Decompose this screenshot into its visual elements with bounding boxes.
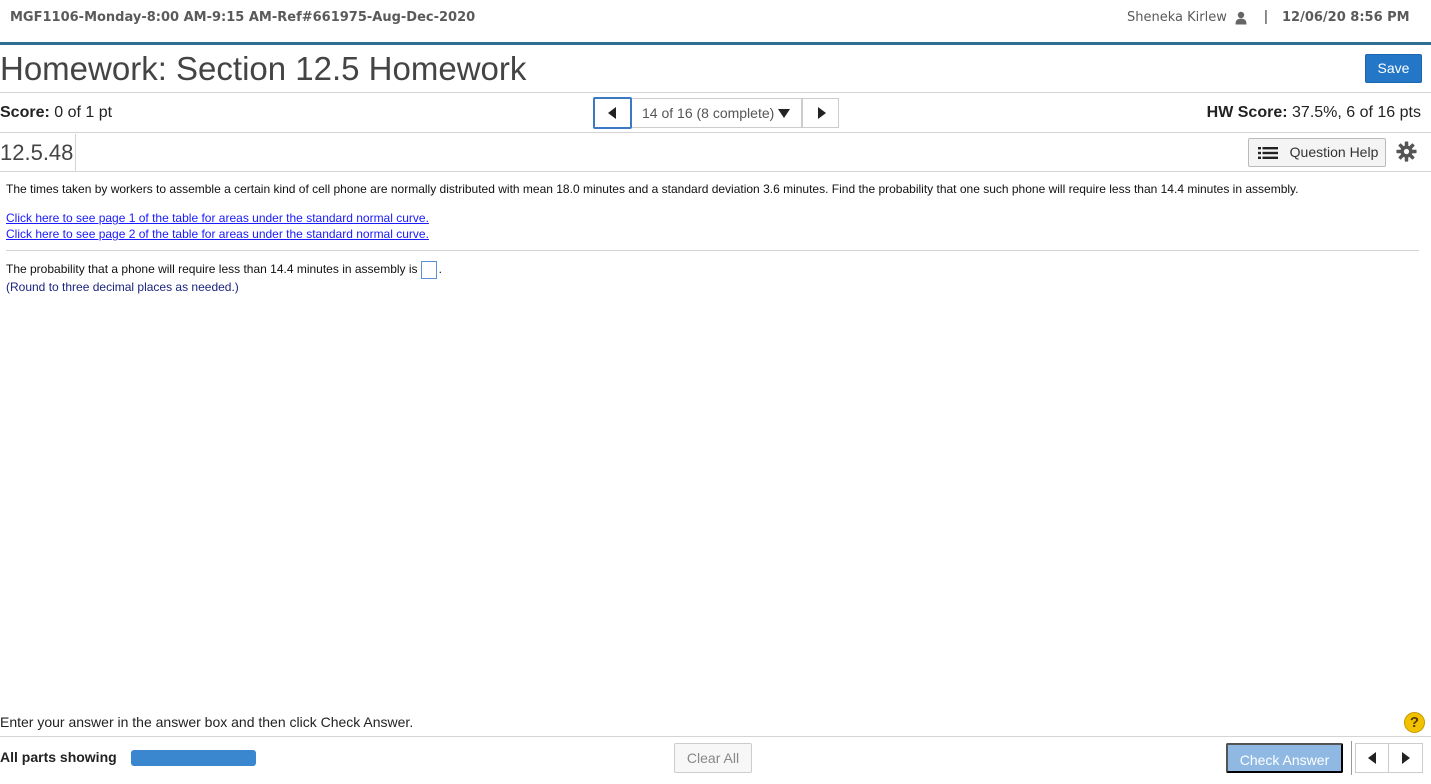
hw-score-value: 37.5%, 6 of 16 pts xyxy=(1292,104,1421,121)
page-title: Homework: Section 12.5 Homework xyxy=(0,50,527,87)
divider xyxy=(75,134,76,172)
dropdown-caret-icon xyxy=(778,109,790,118)
check-answer-button[interactable]: Check Answer xyxy=(1226,743,1343,773)
table-page-2-link[interactable]: Click here to see page 2 of the table fo… xyxy=(6,227,429,241)
question-text: The times taken by workers to assemble a… xyxy=(6,182,1299,196)
gear-icon[interactable] xyxy=(1396,141,1417,162)
footer-previous-button[interactable] xyxy=(1355,743,1389,773)
homework-score: HW Score: 37.5%, 6 of 16 pts xyxy=(1207,104,1421,122)
list-icon xyxy=(1258,147,1278,159)
parts-showing-label: All parts showing xyxy=(0,749,117,765)
divider xyxy=(0,92,1431,93)
help-icon[interactable]: ? xyxy=(1404,712,1425,733)
parts-progress-bar xyxy=(131,750,256,766)
header-datetime: 12/06/20 8:56 PM xyxy=(1282,10,1410,25)
divider xyxy=(0,171,1431,172)
question-score: Score: 0 of 1 pt xyxy=(0,104,112,122)
next-question-button[interactable] xyxy=(802,98,839,128)
divider xyxy=(1351,741,1352,775)
hw-score-label: HW Score: xyxy=(1206,104,1288,121)
top-header: MGF1106-Monday-8:00 AM-9:15 AM-Ref#66197… xyxy=(0,0,1431,42)
answer-statement: The probability that a phone will requir… xyxy=(6,261,442,279)
divider xyxy=(0,736,1431,737)
footer-next-button[interactable] xyxy=(1389,743,1423,773)
previous-question-button[interactable] xyxy=(593,97,632,129)
next-arrow-icon xyxy=(818,107,826,119)
course-title: MGF1106-Monday-8:00 AM-9:15 AM-Ref#66197… xyxy=(10,10,476,25)
user-icon[interactable] xyxy=(1235,11,1247,25)
question-help-label: Question Help xyxy=(1289,144,1379,160)
answer-prefix: The probability that a phone will requir… xyxy=(6,262,418,277)
clear-all-button[interactable]: Clear All xyxy=(674,743,752,773)
header-separator: | xyxy=(1264,8,1268,25)
prev-arrow-icon xyxy=(1368,752,1376,764)
save-button[interactable]: Save xyxy=(1365,54,1422,83)
rounding-note: (Round to three decimal places as needed… xyxy=(6,280,239,294)
answer-suffix: . xyxy=(438,262,442,277)
progress-fill xyxy=(131,750,256,766)
header-rule xyxy=(0,42,1431,45)
score-value: 0 of 1 pt xyxy=(54,104,113,121)
score-label: Score: xyxy=(0,104,50,121)
question-position: 14 of 16 (8 complete) xyxy=(642,105,775,121)
question-help-button[interactable]: Question Help xyxy=(1248,138,1386,167)
divider xyxy=(0,132,1431,133)
table-page-1-link[interactable]: Click here to see page 1 of the table fo… xyxy=(6,211,429,225)
user-name[interactable]: Sheneka Kirlew xyxy=(1127,10,1227,25)
next-arrow-icon xyxy=(1402,752,1410,764)
answer-input[interactable] xyxy=(420,261,437,279)
question-id: 12.5.48 xyxy=(0,140,74,165)
instruction-text: Enter your answer in the answer box and … xyxy=(0,714,414,730)
question-selector-dropdown[interactable]: 14 of 16 (8 complete) xyxy=(632,98,802,128)
divider xyxy=(6,250,1419,251)
prev-arrow-icon xyxy=(608,107,616,119)
